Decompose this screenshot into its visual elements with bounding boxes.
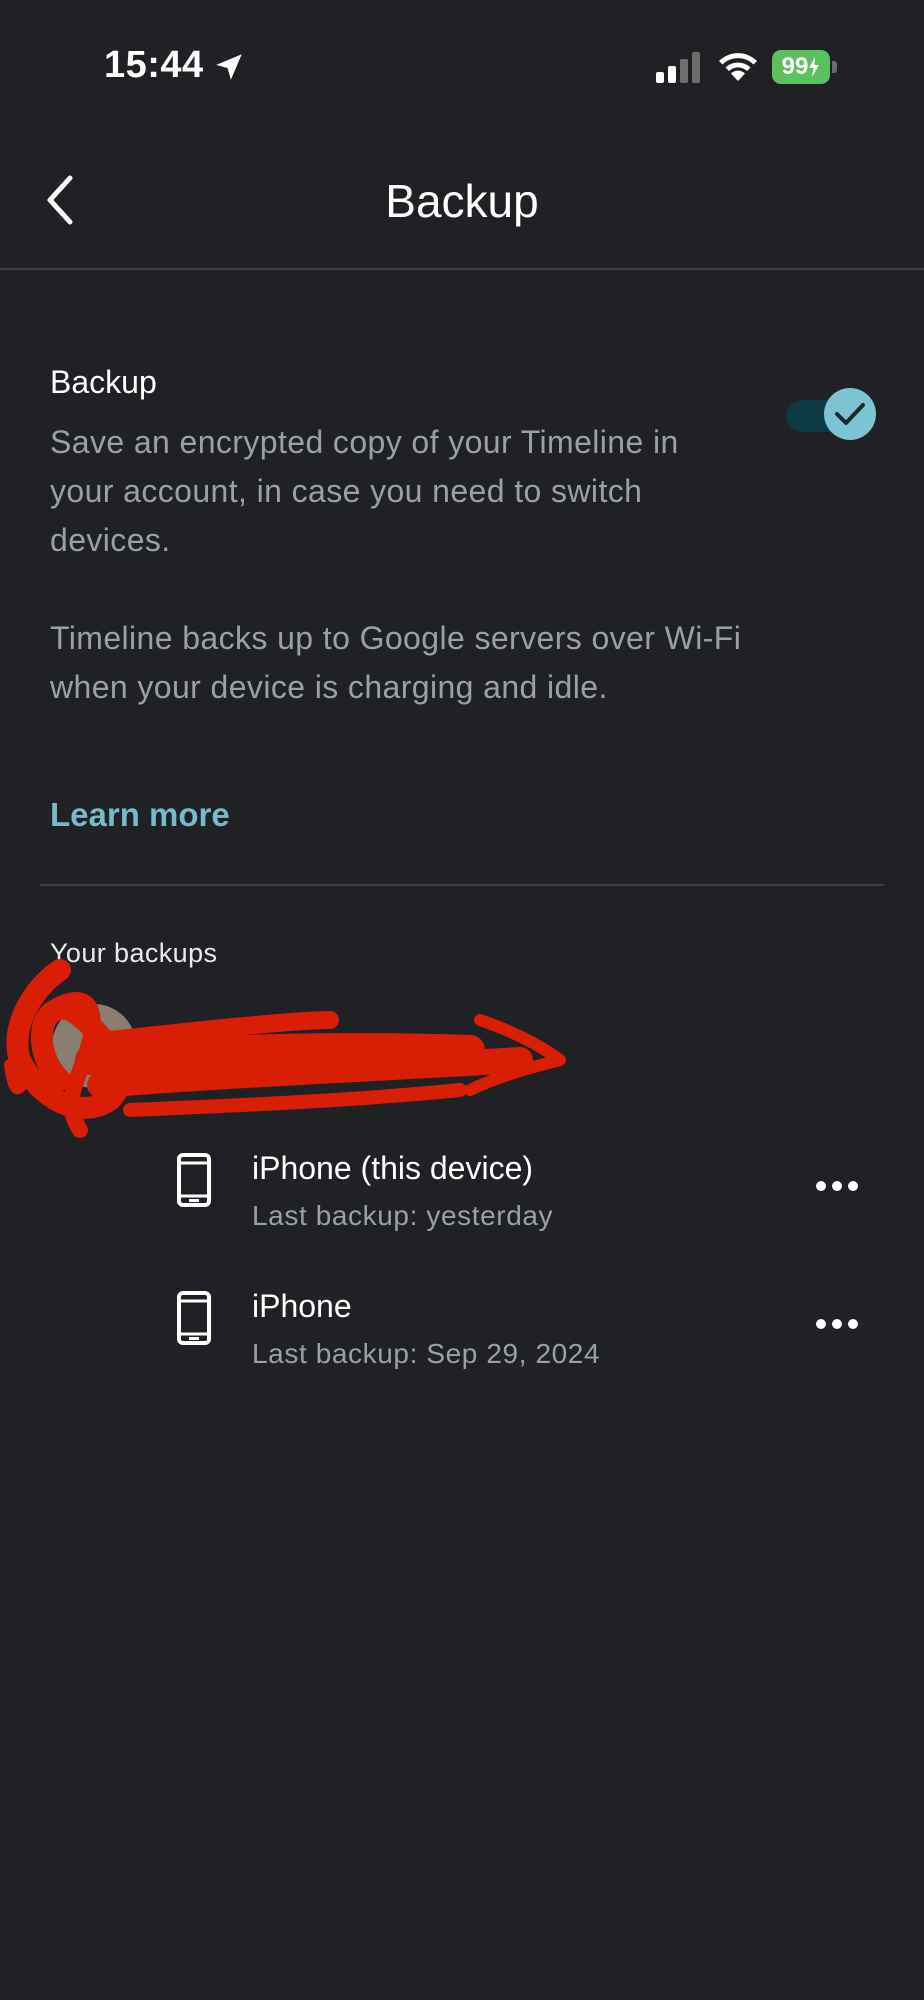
toggle-thumb <box>824 388 876 440</box>
account-email: om <box>176 1056 214 1086</box>
battery-level: 99 <box>772 50 830 84</box>
backup-title: Backup <box>50 364 157 400</box>
learn-more-link[interactable]: Learn more <box>50 796 230 834</box>
wifi-icon <box>719 53 757 81</box>
battery-percent: 99 <box>781 53 809 80</box>
device-row[interactable]: iPhone Last backup: Sep 29, 2024 <box>170 1284 890 1394</box>
device-name: iPhone <box>252 1288 352 1324</box>
header: Backup <box>0 140 924 270</box>
more-horizontal-icon <box>816 1319 858 1329</box>
page-title: Backup <box>385 175 539 227</box>
phone-icon <box>177 1291 211 1345</box>
more-horizontal-icon <box>816 1181 858 1191</box>
device-last-backup: Last backup: Sep 29, 2024 <box>252 1338 601 1369</box>
backup-description: Save an encrypted copy of your Timeline … <box>50 424 679 558</box>
status-bar: 15:44 99 <box>0 0 924 140</box>
backup-details: Timeline backs up to Google servers over… <box>50 620 742 705</box>
battery-tip <box>832 61 837 73</box>
location-arrow-icon <box>216 54 242 80</box>
more-options-button[interactable] <box>802 1302 872 1346</box>
avatar <box>52 1004 136 1088</box>
phone-icon <box>177 1153 211 1207</box>
device-last-backup: Last backup: yesterday <box>252 1200 554 1231</box>
your-backups-heading: Your backups <box>50 938 218 968</box>
device-row[interactable]: iPhone (this device) Last backup: yester… <box>170 1146 890 1256</box>
account-row: om <box>50 998 650 1108</box>
charging-bolt-icon <box>809 57 820 77</box>
device-name: iPhone (this device) <box>252 1150 534 1186</box>
checkmark-icon <box>835 403 865 425</box>
more-options-button[interactable] <box>802 1164 872 1208</box>
status-time: 15:44 <box>104 44 204 86</box>
backup-toggle[interactable] <box>786 386 876 444</box>
battery-icon: 99 <box>772 50 838 84</box>
divider <box>40 884 884 886</box>
signal-icon <box>656 52 700 83</box>
